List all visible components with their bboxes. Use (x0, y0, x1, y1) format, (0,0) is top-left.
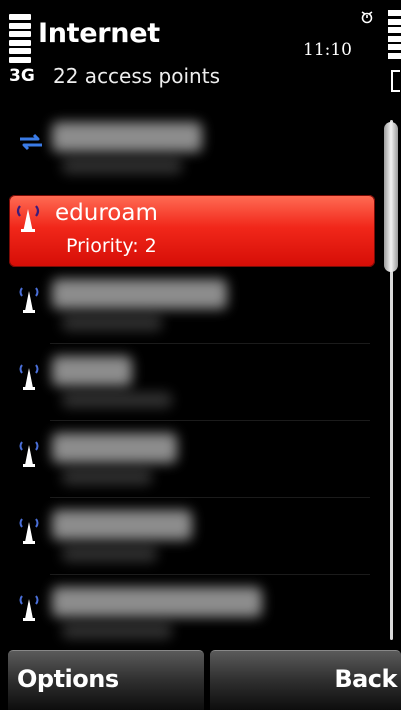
options-button[interactable]: Options (8, 650, 204, 710)
internet-access-points-screen: Internet 11:10 3G 22 access points eduro… (0, 0, 401, 710)
scrollbar[interactable] (384, 120, 398, 640)
antenna-icon (17, 593, 41, 623)
access-point-name: eduroam (55, 200, 158, 226)
list-item[interactable] (0, 110, 380, 187)
network-type: 3G (9, 66, 35, 86)
scrollbar-thumb[interactable] (384, 122, 398, 272)
antenna-icon (17, 285, 41, 315)
access-point-priority: Priority: 2 (66, 235, 157, 257)
back-label: Back (334, 665, 397, 693)
list-item[interactable] (0, 344, 380, 421)
page-title: Internet (38, 18, 160, 49)
clock: 11:10 (303, 40, 352, 60)
list-item[interactable] (0, 421, 380, 498)
list-item[interactable] (0, 498, 380, 575)
antenna-icon (17, 516, 41, 546)
battery-icon (388, 10, 401, 65)
antenna-icon (17, 439, 41, 469)
softkey-bar: Options Back (0, 650, 401, 710)
antenna-icon (17, 362, 41, 392)
access-point-list[interactable] (0, 110, 380, 652)
data-transfer-icon (20, 133, 42, 151)
antenna-icon (15, 203, 41, 235)
access-points-count: 22 access points (53, 64, 220, 88)
selected-access-point[interactable]: eduroam Priority: 2 (9, 195, 375, 267)
options-label: Options (17, 665, 119, 693)
list-item[interactable] (0, 575, 380, 652)
status-header: Internet 11:10 3G 22 access points (0, 0, 401, 110)
list-item[interactable] (0, 267, 380, 344)
alarm-icon (361, 11, 373, 24)
signal-strength-icon (9, 14, 31, 64)
back-button[interactable]: Back (210, 650, 401, 710)
battery-level-icon (391, 70, 400, 92)
